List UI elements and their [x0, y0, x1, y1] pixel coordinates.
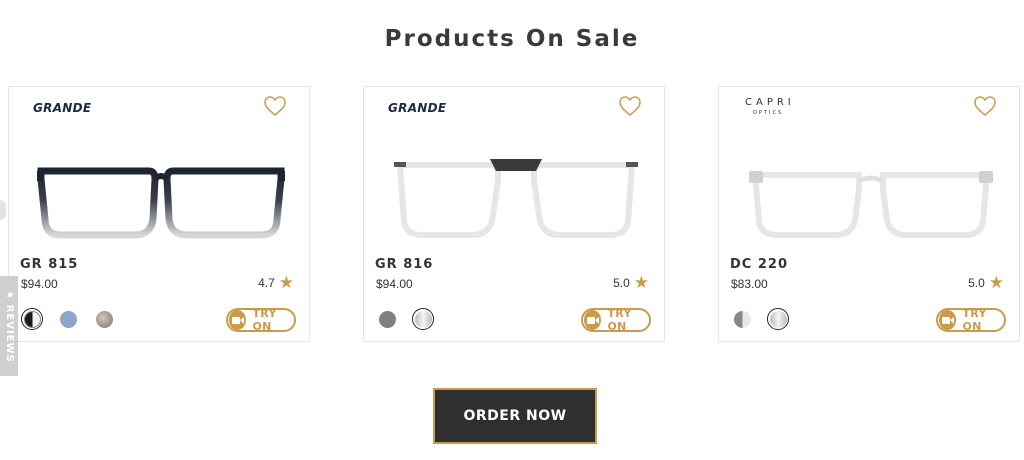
- product-model: GR 815: [20, 257, 79, 272]
- video-camera-icon: [939, 310, 957, 330]
- try-on-button[interactable]: TRY ON: [226, 307, 296, 333]
- try-on-label: TRY ON: [607, 307, 632, 333]
- try-on-label: TRY ON: [962, 307, 987, 333]
- color-swatches: [376, 308, 434, 330]
- heart-icon[interactable]: [618, 95, 642, 117]
- product-rating: 5.0 ★: [613, 273, 649, 292]
- color-swatch[interactable]: [21, 308, 43, 330]
- color-swatch[interactable]: [731, 308, 753, 330]
- color-swatch[interactable]: [57, 308, 79, 330]
- product-price: $83.00: [731, 277, 768, 291]
- star-icon: ★: [633, 273, 649, 292]
- star-icon: ★: [278, 273, 294, 292]
- try-on-button[interactable]: TRY ON: [936, 307, 1006, 333]
- rating-value: 5.0: [613, 276, 630, 290]
- color-swatch[interactable]: [767, 308, 789, 330]
- order-now-button[interactable]: ORDER NOW: [433, 388, 597, 444]
- brand-logo: GRANDE: [388, 101, 447, 115]
- product-model: DC 220: [730, 257, 788, 272]
- rating-value: 5.0: [968, 276, 985, 290]
- video-camera-icon: [584, 310, 602, 330]
- page-title: Products On Sale: [384, 26, 640, 52]
- color-swatch[interactable]: [376, 308, 398, 330]
- product-price: $94.00: [21, 277, 58, 291]
- eyeglasses-image: [749, 171, 993, 238]
- try-on-label: TRY ON: [252, 307, 277, 333]
- eyeglasses-image: [394, 159, 638, 238]
- rating-value: 4.7: [258, 276, 275, 290]
- star-icon: ★: [988, 273, 1004, 292]
- eyeglasses-image: [37, 167, 285, 239]
- reviews-tab[interactable]: ★ REVIEWS: [0, 276, 18, 376]
- brand-logo-subtitle: OPTICS: [753, 110, 784, 116]
- color-swatches: [21, 308, 115, 330]
- brand-logo: GRANDE: [33, 101, 92, 115]
- product-rating: 4.7 ★: [258, 273, 294, 292]
- product-rating: 5.0 ★: [968, 273, 1004, 292]
- color-swatch[interactable]: [412, 308, 434, 330]
- video-camera-icon: [229, 310, 247, 330]
- product-card[interactable]: GRANDE GR 815 $94.00 4.7 ★ TRY ON: [8, 86, 310, 342]
- product-model: GR 816: [375, 257, 434, 272]
- brand-logo: CAPRI: [745, 97, 795, 108]
- try-on-button[interactable]: TRY ON: [581, 307, 651, 333]
- color-swatches: [731, 308, 789, 330]
- reviews-tab-label: ★ REVIEWS: [3, 289, 15, 363]
- heart-icon[interactable]: [263, 95, 287, 117]
- product-price: $94.00: [376, 277, 413, 291]
- heart-icon[interactable]: [973, 95, 997, 117]
- carousel-prev-button[interactable]: [0, 200, 6, 220]
- product-card[interactable]: CAPRI OPTICS DC 220 $83.00 5.0 ★ TRY ON: [718, 86, 1020, 342]
- color-swatch[interactable]: [93, 308, 115, 330]
- product-card[interactable]: GRANDE GR 816 $94.00 5.0 ★ TRY ON: [363, 86, 665, 342]
